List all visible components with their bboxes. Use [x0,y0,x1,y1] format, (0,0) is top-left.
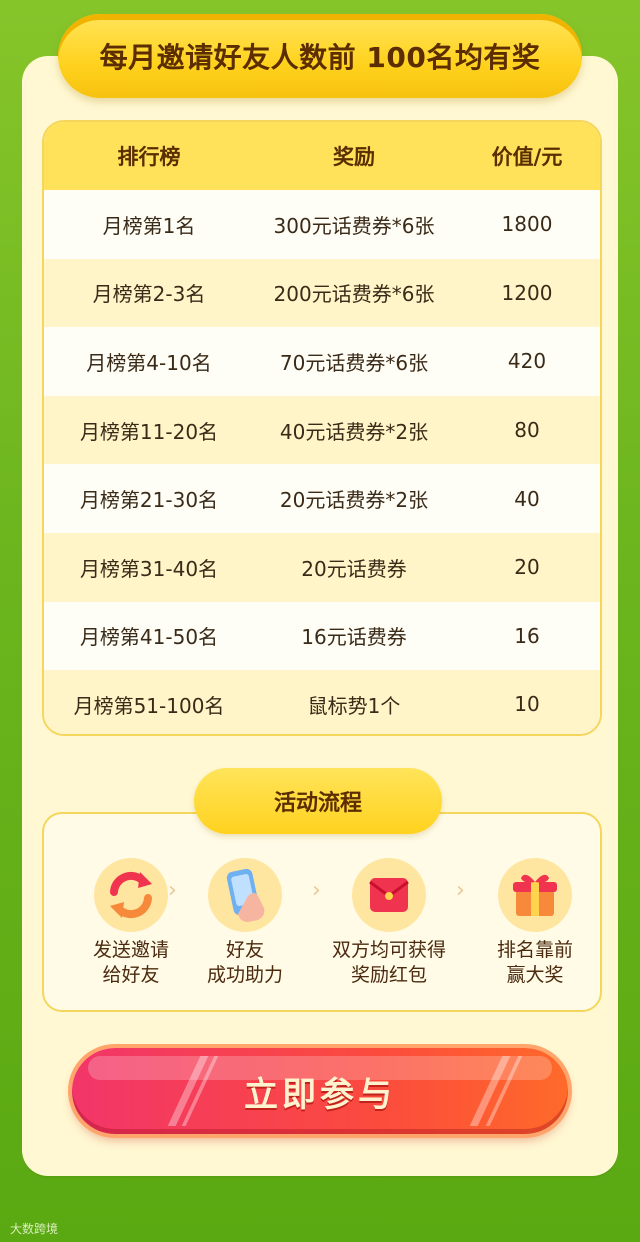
phone-tap-icon [208,858,282,932]
header-value: 价值/元 [491,145,563,169]
value-cell: 80 [514,418,540,443]
reward-cell: 300元话费券*6张 [273,213,435,238]
value-cell: 20 [514,555,540,580]
join-now-button[interactable]: 立即参与 [72,1048,568,1134]
table-row: 月榜第2-3名 200元话费券*6张 1200 [44,258,600,328]
value-cell: 10 [514,692,540,717]
ranking-table: 排行榜 奖励 价值/元 月榜第1名 300元话费券*6张 1800 月榜第2-3… [42,120,602,736]
chevron-right-icon: › [168,878,177,903]
value-cell: 16 [514,623,540,648]
gift-box-icon [498,858,572,932]
step-label: 好友 成功助力 [206,939,283,986]
flow-step-redpacket: 双方均可获得 奖励红包 [322,858,456,988]
header-reward: 奖励 [333,145,375,169]
reward-cell: 200元话费券*6张 [273,282,435,307]
chevron-right-icon: › [456,878,465,903]
table-body: 月榜第1名 300元话费券*6张 1800 月榜第2-3名 200元话费券*6张… [44,190,600,734]
table-row: 月榜第1名 300元话费券*6张 1800 [44,190,600,259]
refresh-arrows-icon [94,858,168,932]
step-label: 排名靠前 赢大奖 [496,939,573,986]
reward-cell: 70元话费券*6张 [279,350,429,375]
rank-cell: 月榜第41-50名 [79,625,219,650]
rank-cell: 月榜第31-40名 [79,556,219,581]
reward-cell: 16元话费券 [301,625,407,650]
table-row: 月榜第11-20名 40元话费券*2张 80 [44,395,600,465]
watermark: 大数跨境 [10,1222,59,1236]
reward-cell: 20元话费券*2张 [279,488,429,513]
rank-cell: 月榜第21-30名 [79,488,219,513]
table-row: 月榜第4-10名 70元话费券*6张 420 [44,327,600,396]
chevron-right-icon: › [312,878,321,903]
table-row: 月榜第31-40名 20元话费券 20 [44,532,600,602]
value-cell: 40 [514,486,540,511]
value-cell: 1200 [501,280,553,305]
value-cell: 1800 [501,212,553,237]
table-row: 月榜第21-30名 20元话费券*2张 40 [44,464,600,533]
step-label: 双方均可获得 奖励红包 [331,939,446,986]
rank-cell: 月榜第51-100名 [73,693,225,718]
join-now-label: 立即参与 [244,1074,396,1115]
table-row: 月榜第41-50名 16元话费券 16 [44,601,600,671]
flow-title: 活动流程 [194,768,442,834]
page-title-text: 每月邀请好友人数前 100名均有奖 [99,41,541,74]
table-row: 月榜第51-100名 鼠标势1个 10 [44,670,600,734]
reward-cell: 鼠标势1个 [307,693,401,718]
red-envelope-icon [352,858,426,932]
table-header: 排行榜 奖励 价值/元 [44,122,600,190]
flow-title-text: 活动流程 [273,791,362,816]
flow-step-help: 好友 成功助力 [178,858,312,988]
rank-cell: 月榜第2-3名 [92,282,206,307]
reward-cell: 20元话费券 [301,556,407,581]
header-rank: 排行榜 [117,145,181,169]
rank-cell: 月榜第4-10名 [86,350,212,375]
page-title: 每月邀请好友人数前 100名均有奖 [58,14,582,98]
rank-cell: 月榜第11-20名 [79,419,219,444]
flow-step-prize: 排名靠前 赢大奖 [468,858,602,988]
reward-cell: 40元话费券*2张 [279,419,429,444]
rank-cell: 月榜第1名 [102,213,196,238]
value-cell: 420 [507,349,547,374]
